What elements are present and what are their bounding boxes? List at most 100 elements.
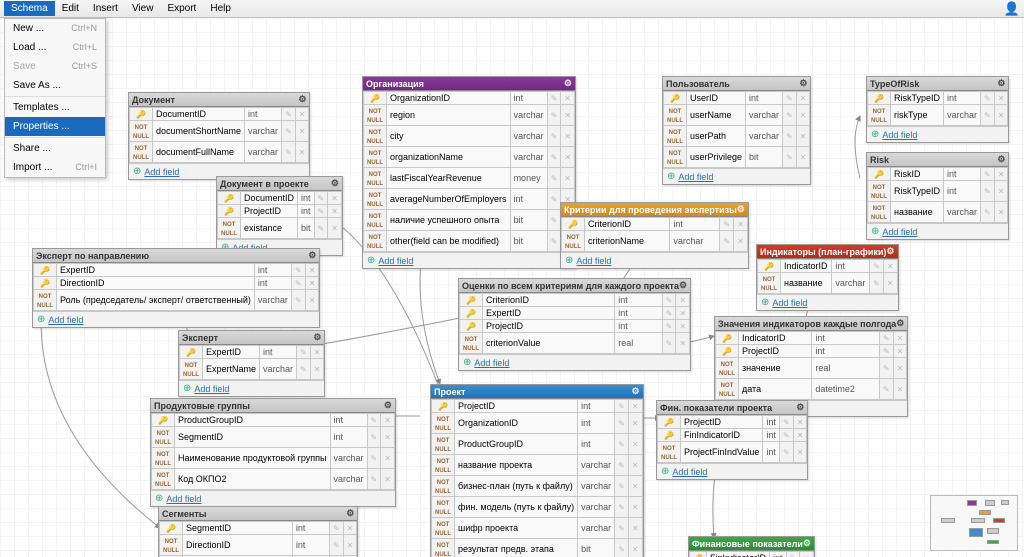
delete-icon[interactable]: ✕ [628,497,642,518]
delete-icon[interactable]: ✕ [994,92,1008,105]
edit-icon[interactable]: ✎ [870,273,884,294]
menu-help[interactable]: Help [203,1,238,16]
field-row[interactable]: NOTNULLlastFiscalYearRevenuemoney✎✕ [364,168,575,189]
edit-icon[interactable]: ✎ [547,126,561,147]
delete-icon[interactable]: ✕ [305,290,319,311]
field-row[interactable]: NOTNULLназвание проектаvarchar✎✕ [432,455,643,476]
table-criteria[interactable]: Критерии для проведения экспертизы⚙🔑Crit… [560,202,749,269]
edit-icon[interactable]: ✎ [981,105,995,126]
field-row[interactable]: NOTNULLExpertNamevarchar✎✕ [180,359,324,380]
delete-icon[interactable]: ✕ [628,455,642,476]
field-row[interactable]: NOTNULLcriterionNamevarchar✎✕ [562,231,748,252]
delete-icon[interactable]: ✕ [994,105,1008,126]
field-row[interactable]: 🔑ProjectIDint✎✕ [218,205,342,218]
gear-icon[interactable]: ⚙ [308,250,316,261]
minimap[interactable] [930,495,1018,551]
delete-icon[interactable]: ✕ [676,333,690,354]
add-field-link[interactable]: Add field [378,256,413,266]
add-field-link[interactable]: Add field [48,315,83,325]
edit-icon[interactable]: ✎ [615,497,629,518]
table-prodgroup[interactable]: Продуктовые группы⚙🔑ProductGroupIDint✎✕N… [150,398,396,507]
add-field-link[interactable]: Add field [576,256,611,266]
field-row[interactable]: 🔑DirectionIDint✎✕ [34,277,319,290]
delete-icon[interactable]: ✕ [295,108,309,121]
edit-icon[interactable]: ✎ [329,535,343,556]
edit-icon[interactable]: ✎ [879,358,893,379]
delete-icon[interactable]: ✕ [628,413,642,434]
delete-icon[interactable]: ✕ [883,260,897,273]
edit-icon[interactable]: ✎ [547,105,561,126]
field-row[interactable]: NOTNULLбизнес-план (путь к файлу)varchar… [432,476,643,497]
user-icon[interactable]: 👤 [1004,1,1020,17]
menu-export[interactable]: Export [160,1,203,16]
field-row[interactable]: NOTNULLSegmentIDint✎✕ [152,427,395,448]
field-row[interactable]: NOTNULLother(field can be modified)bit✎✕ [364,231,575,252]
table-header[interactable]: Финансовые показатели⚙ [689,537,814,551]
add-field-link[interactable]: Add field [166,494,201,504]
field-row[interactable]: 🔑ProductGroupIDint✎✕ [152,414,395,427]
edit-icon[interactable]: ✎ [720,218,734,231]
gear-icon[interactable]: ⚙ [796,402,804,413]
edit-icon[interactable]: ✎ [783,147,797,168]
edit-icon[interactable]: ✎ [615,434,629,455]
menu-schema[interactable]: Schema [4,1,55,16]
delete-icon[interactable]: ✕ [343,522,357,535]
table-document[interactable]: Документ⚙🔑DocumentIDint✎✕NOTNULLdocument… [128,92,310,180]
add-field-link[interactable]: Add field [672,467,707,477]
gear-icon[interactable]: ⚙ [679,280,687,291]
delete-icon[interactable]: ✕ [676,320,690,333]
menu-item-new[interactable]: New ...Ctrl+N [5,19,105,38]
edit-icon[interactable]: ✎ [981,202,995,223]
field-row[interactable]: NOTNULLdocumentShortNamevarchar✎✕ [130,121,309,142]
field-row[interactable]: 🔑SegmentIDint✎✕ [160,522,357,535]
table-finproj[interactable]: Фин. показатели проекта⚙🔑ProjectIDint✎✕🔑… [656,400,808,480]
delete-icon[interactable]: ✕ [295,121,309,142]
table-header[interactable]: Фин. показатели проекта⚙ [657,401,807,415]
field-row[interactable]: NOTNULLRiskTypeIDint✎✕ [868,181,1008,202]
delete-icon[interactable]: ✕ [561,147,575,168]
field-row[interactable]: 🔑CriterionIDint✎✕ [460,294,690,307]
delete-icon[interactable]: ✕ [893,358,907,379]
menu-item-saveas[interactable]: Save As ... [5,76,105,95]
table-header[interactable]: Risk⚙ [867,153,1008,167]
delete-icon[interactable]: ✕ [628,476,642,497]
edit-icon[interactable]: ✎ [879,332,893,345]
field-row[interactable]: 🔑FinIndicatorIDint✎✕ [658,429,807,442]
table-user[interactable]: Пользователь⚙🔑UserIDint✎✕NOTNULLuserName… [662,76,811,185]
table-typerisk[interactable]: TypeOfRisk⚙🔑RiskTypeIDint✎✕NOTNULLriskTy… [866,76,1009,143]
table-header[interactable]: TypeOfRisk⚙ [867,77,1008,91]
edit-icon[interactable]: ✎ [367,427,381,448]
field-row[interactable]: NOTNULLexistancebit✎✕ [218,218,342,239]
edit-icon[interactable]: ✎ [615,518,629,539]
edit-icon[interactable]: ✎ [879,379,893,400]
delete-icon[interactable]: ✕ [628,518,642,539]
delete-icon[interactable]: ✕ [734,231,748,252]
field-row[interactable]: NOTNULLuserPrivilegebit✎✕ [664,147,810,168]
field-row[interactable]: NOTNULLдатаdatetime2✎✕ [716,379,907,400]
delete-icon[interactable]: ✕ [310,346,324,359]
table-fin[interactable]: Финансовые показатели⚙🔑FinIndicatorIDint… [688,536,815,557]
field-row[interactable]: NOTNULLКод ОКПО2varchar✎✕ [152,469,395,490]
edit-icon[interactable]: ✎ [297,346,311,359]
table-header[interactable]: Значения индикаторов каждые полгода⚙ [715,317,907,331]
menu-item-properties[interactable]: Properties ... [5,117,105,136]
field-row[interactable]: 🔑RiskIDint✎✕ [868,168,1008,181]
delete-icon[interactable]: ✕ [893,345,907,358]
field-row[interactable]: 🔑ExpertIDint✎✕ [460,307,690,320]
field-row[interactable]: 🔑ProjectIDint✎✕ [716,345,907,358]
field-row[interactable]: NOTNULLзначениеreal✎✕ [716,358,907,379]
field-row[interactable]: 🔑RiskTypeIDint✎✕ [868,92,1008,105]
gear-icon[interactable]: ⚙ [331,178,339,189]
add-field-link[interactable]: Add field [882,130,917,140]
edit-icon[interactable]: ✎ [329,522,343,535]
edit-icon[interactable]: ✎ [547,210,561,231]
add-field-link[interactable]: Add field [144,167,179,177]
table-ratings[interactable]: Оценки по всем критериям для каждого про… [458,278,691,371]
edit-icon[interactable]: ✎ [282,142,296,163]
menu-item-save[interactable]: SaveCtrl+S [5,57,105,76]
edit-icon[interactable]: ✎ [981,181,995,202]
delete-icon[interactable]: ✕ [381,414,395,427]
edit-icon[interactable]: ✎ [615,476,629,497]
delete-icon[interactable]: ✕ [793,442,807,463]
menu-item-templates[interactable]: Templates ... [5,98,105,117]
